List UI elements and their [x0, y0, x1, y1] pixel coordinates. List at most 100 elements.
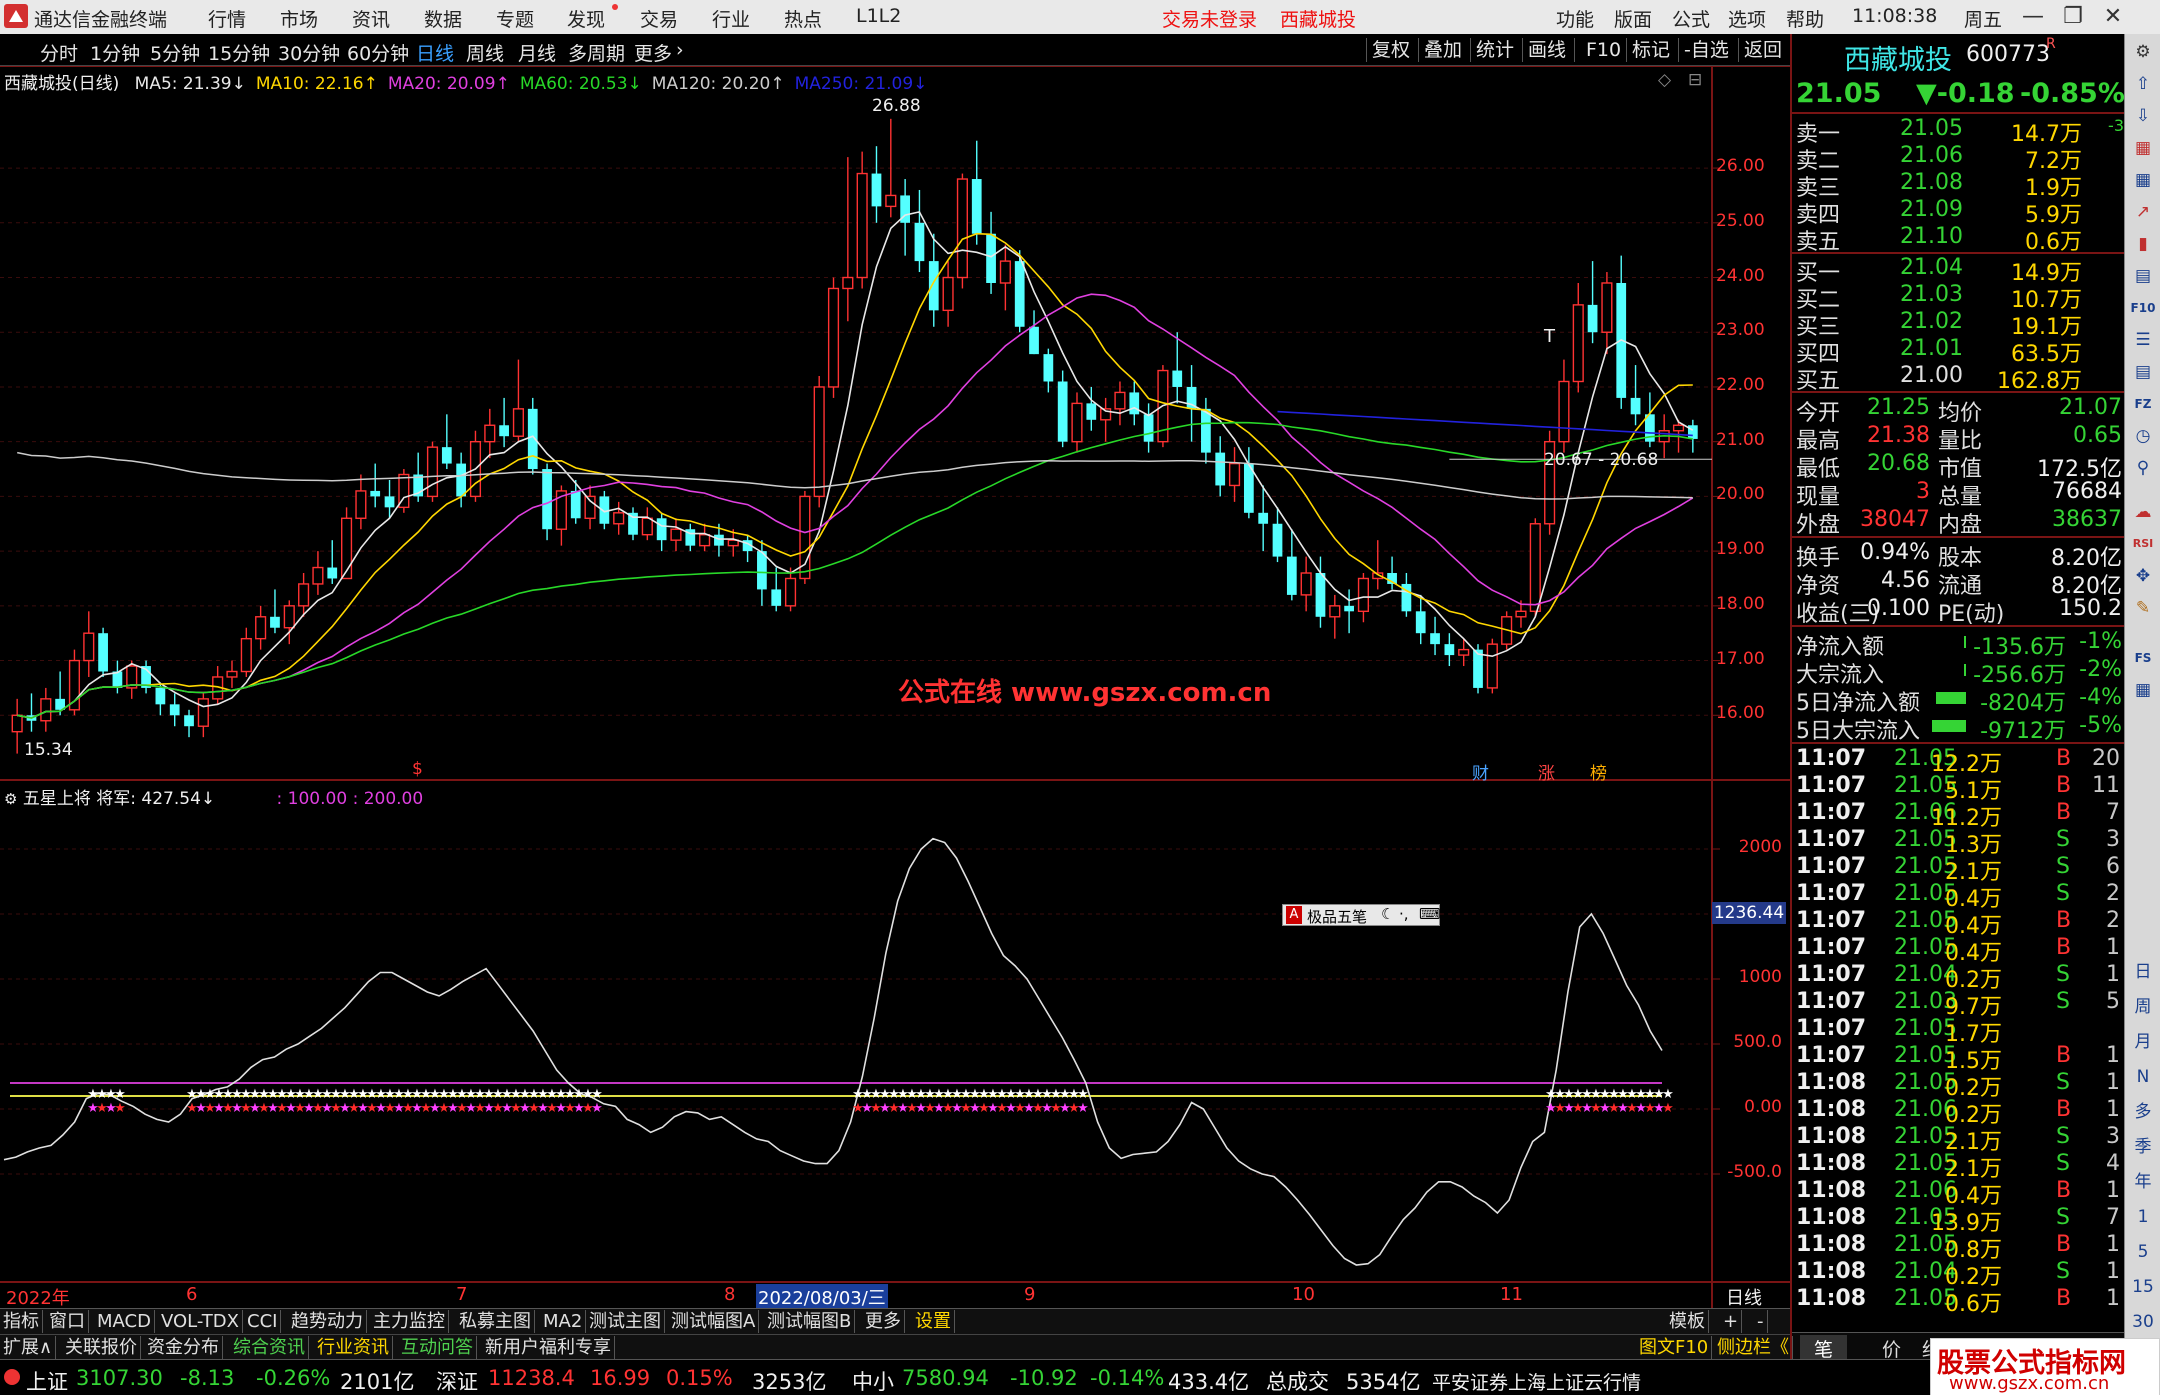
punct-icon[interactable]: ·, [1399, 905, 1409, 923]
f10-icon[interactable]: ▤ [2129, 262, 2157, 290]
extension-tab-5[interactable]: 互动问答 [398, 1336, 477, 1359]
menu-shuju[interactable]: 数据 [424, 5, 462, 32]
table-icon[interactable]: ▦ [2129, 166, 2157, 194]
tongji-button[interactable]: 统计 [1476, 37, 1514, 63]
menu-l1l2[interactable]: L1L2 [856, 5, 901, 27]
ime-a-icon[interactable]: A [1286, 906, 1302, 924]
fuquan-button[interactable]: 复权 [1372, 37, 1410, 63]
period-weekly[interactable]: 周线 [466, 39, 504, 66]
menu-xuanxiang[interactable]: 选项 [1728, 5, 1766, 32]
bang-marker[interactable]: 榜 [1590, 759, 1607, 784]
diejia-button[interactable]: 叠加 [1424, 37, 1462, 63]
sidebar-period-0[interactable]: 日 [2129, 958, 2157, 986]
menu-zixun[interactable]: 资讯 [352, 5, 390, 32]
extension-tab-0[interactable]: 扩展∧ [0, 1336, 57, 1359]
extension-tab-3[interactable]: 综合资讯 [230, 1336, 309, 1359]
extension-tab-4[interactable]: 行业资讯 [314, 1336, 393, 1359]
sidebar-period-2[interactable]: 月 [2129, 1028, 2157, 1056]
pen-icon[interactable]: ✎ [2129, 594, 2157, 622]
doc-icon[interactable]: ▤ [2129, 358, 2157, 386]
indicator-tab-9[interactable]: 测试主图 [586, 1310, 665, 1333]
f10-button[interactable]: F10 [1586, 37, 1621, 63]
rsi-icon[interactable]: RSI [2129, 530, 2157, 558]
f10-side-tab-0[interactable]: 图文F10 [1636, 1336, 1713, 1359]
chevron-right-icon[interactable]: › [676, 39, 684, 61]
indicator-tab-6[interactable]: 主力监控 [370, 1310, 449, 1333]
menu-banmian[interactable]: 版面 [1614, 5, 1652, 32]
close-button[interactable]: ✕ [2096, 2, 2130, 32]
zhang-marker[interactable]: 涨 [1538, 759, 1555, 784]
trend-icon[interactable]: ↗ [2129, 198, 2157, 226]
period-monthly[interactable]: 月线 [518, 39, 556, 66]
menu-gongshi[interactable]: 公式 [1672, 5, 1710, 32]
sidebar-period-10[interactable]: 30 [2129, 1308, 2157, 1336]
period-fenshi[interactable]: 分时 [40, 39, 78, 66]
menu-bangzhu[interactable]: 帮助 [1786, 5, 1824, 32]
tab-jia[interactable]: 价 [1882, 1335, 1901, 1362]
period-multi[interactable]: 多周期 [568, 39, 625, 66]
indicator-tab-4[interactable]: CCI [244, 1310, 282, 1333]
login-status[interactable]: 交易未登录 [1162, 5, 1257, 32]
chart-svg[interactable]: ★★★★★★★★★★★★★★★★★★★★★★★★★★★★★★★★★★★★★★★★… [0, 66, 1790, 1308]
grid-icon[interactable]: ▦ [2129, 676, 2157, 704]
back-button[interactable]: 返回 [1744, 37, 1782, 63]
sidebar-period-8[interactable]: 5 [2129, 1238, 2157, 1266]
move-icon[interactable]: ✥ [2129, 562, 2157, 590]
indicator-tab-5[interactable]: 趋势动力 [288, 1310, 367, 1333]
indicator-tab-10[interactable]: 测试幅图A [668, 1310, 760, 1333]
sidebar-period-5[interactable]: 季 [2129, 1133, 2157, 1161]
restore-button[interactable]: ❐ [2056, 2, 2090, 32]
sidebar-period-1[interactable]: 周 [2129, 993, 2157, 1021]
keyboard-icon[interactable]: ⌨ [1419, 905, 1441, 923]
signal-icon[interactable]: ☁ [2129, 498, 2157, 526]
remove-favorite-button[interactable]: -自选 [1684, 37, 1729, 63]
sidebar-period-4[interactable]: 多 [2129, 1098, 2157, 1126]
f10-side-tab-1[interactable]: 侧边栏《 [1714, 1336, 1793, 1359]
sidebar-period-6[interactable]: 年 [2129, 1168, 2157, 1196]
chart-area[interactable]: ★ ★ ★ ★ ★ ★ ★ ★ ★ ★ ★ ★ ★ ★ ★ ★ ★ ★ ★ ★ ★ ★ ★ ★ ★ ★ ★ ★ ★ ★ ★ ★ ★ ★ ★ ★ ★ ★ ★ ★… [0, 66, 1790, 1310]
diamond-icon[interactable]: ◇ [1658, 70, 1671, 90]
menu-hangqing[interactable]: 行情 [208, 5, 246, 32]
sidebar-period-9[interactable]: 15 [2129, 1273, 2157, 1301]
huaxian-button[interactable]: 画线 [1528, 37, 1566, 63]
indicator-tab-12[interactable]: 更多 [862, 1310, 905, 1333]
indicator-tab-7[interactable]: 私募主图 [456, 1310, 535, 1333]
menu-zhuanti[interactable]: 专题 [496, 5, 534, 32]
arrow-down-icon[interactable]: ⇩ [2129, 102, 2157, 130]
template-tab-0[interactable]: 模板 [1666, 1310, 1709, 1333]
fs-icon[interactable]: FS [2129, 644, 2157, 672]
ime-popup[interactable]: A 极品五笔 ☾ ·, ⌨ [1282, 904, 1441, 926]
indicator-tab-2[interactable]: MACD [94, 1310, 155, 1333]
indicator-tab-0[interactable]: 指标 [0, 1310, 43, 1333]
gear-icon[interactable]: ⚙ [2129, 38, 2157, 66]
extension-tab-6[interactable]: 新用户福利专享 [482, 1336, 615, 1359]
list-icon[interactable]: ☰ [2129, 326, 2157, 354]
template-tab-2[interactable]: - [1754, 1310, 1768, 1333]
period-15min[interactable]: 15分钟 [208, 39, 270, 66]
kline-icon[interactable]: ▮ [2129, 230, 2157, 258]
menu-gongneng[interactable]: 功能 [1556, 5, 1594, 32]
extension-tab-2[interactable]: 资金分布 [144, 1336, 223, 1359]
menu-shichang[interactable]: 市场 [280, 5, 318, 32]
indicator-tab-8[interactable]: MA2 [540, 1310, 587, 1333]
menu-hangye[interactable]: 行业 [712, 5, 750, 32]
menu-faxian[interactable]: 发现 [567, 5, 605, 32]
sidebar-period-3[interactable]: N [2129, 1063, 2157, 1091]
f10-text-icon[interactable]: F10 [2129, 294, 2157, 322]
indicator-tab-11[interactable]: 测试幅图B [764, 1310, 856, 1333]
period-daily[interactable]: 日线 [416, 39, 454, 66]
fz-icon[interactable]: FZ [2129, 390, 2157, 418]
clock-icon[interactable]: ◷ [2129, 422, 2157, 450]
minimize-button[interactable]: — [2016, 2, 2050, 32]
tab-bi[interactable]: 笔 [1800, 1335, 1848, 1362]
period-60min[interactable]: 60分钟 [347, 39, 409, 66]
sidebar-period-7[interactable]: 1 [2129, 1203, 2157, 1231]
close-panel-icon[interactable]: ⊟ [1688, 70, 1702, 90]
indicator-tab-3[interactable]: VOL-TDX [158, 1310, 243, 1333]
quote-list-icon[interactable]: ▦ [2129, 134, 2157, 162]
template-tab-1[interactable]: + [1720, 1310, 1743, 1333]
arrow-up-icon[interactable]: ⇧ [2129, 70, 2157, 98]
cai-marker[interactable]: 财 [1472, 759, 1489, 784]
menu-jiaoyi[interactable]: 交易 [640, 5, 678, 32]
search-icon[interactable]: ⚲ [2129, 454, 2157, 482]
